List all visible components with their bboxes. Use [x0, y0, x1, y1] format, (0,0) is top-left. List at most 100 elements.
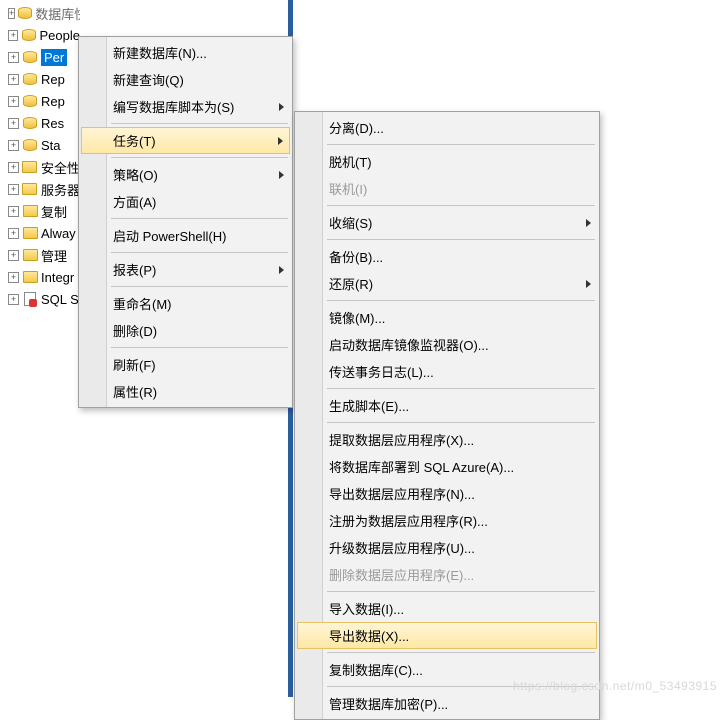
menu1-item-13[interactable]: 重命名(M): [81, 290, 290, 317]
tree-item-2[interactable]: + Per: [0, 46, 80, 68]
menu2-item-0[interactable]: 分离(D)...: [297, 114, 597, 141]
tree-item-1[interactable]: +People: [0, 24, 80, 46]
tree-item-label: Alway: [41, 226, 76, 241]
expand-icon[interactable]: +: [8, 118, 19, 129]
tree-item-5[interactable]: +Res: [0, 112, 80, 134]
expand-icon[interactable]: +: [8, 162, 19, 173]
menu-item-label: 还原(R): [329, 274, 373, 293]
menu2-item-18[interactable]: 导出数据层应用程序(N)...: [297, 480, 597, 507]
menu1-item-1[interactable]: 新建查询(Q): [81, 66, 290, 93]
object-explorer-tree: +数据库快照+People+Per+Rep+Rep+Res+Sta+安全性+服务…: [0, 0, 80, 310]
menu-item-label: 升级数据层应用程序(U)...: [329, 538, 475, 557]
submenu-arrow-icon: [279, 171, 284, 179]
menu-item-label: 脱机(T): [329, 152, 372, 171]
menu1-item-6[interactable]: 策略(O): [81, 161, 290, 188]
expand-icon[interactable]: +: [8, 294, 19, 305]
expand-icon[interactable]: +: [8, 30, 18, 41]
menu1-item-14[interactable]: 删除(D): [81, 317, 290, 344]
menu2-item-20[interactable]: 升级数据层应用程序(U)...: [297, 534, 597, 561]
menu1-item-7[interactable]: 方面(A): [81, 188, 290, 215]
menu-separator: [111, 347, 288, 348]
tree-item-3[interactable]: +Rep: [0, 68, 80, 90]
expand-icon[interactable]: +: [8, 52, 19, 63]
folder-icon: [22, 160, 38, 174]
folder-icon: [22, 248, 38, 262]
menu1-item-9[interactable]: 启动 PowerShell(H): [81, 222, 290, 249]
tree-item-label: 管理: [41, 246, 67, 265]
expand-icon[interactable]: +: [8, 8, 15, 19]
menu-item-label: 复制数据库(C)...: [329, 660, 423, 679]
menu1-item-17[interactable]: 属性(R): [81, 378, 290, 405]
menu2-item-19[interactable]: 注册为数据层应用程序(R)...: [297, 507, 597, 534]
menu-items-tasks: 分离(D)...脱机(T)联机(I)收缩(S)备份(B)...还原(R)镜像(M…: [297, 114, 597, 717]
menu2-item-12[interactable]: 传送事务日志(L)...: [297, 358, 597, 385]
tree-item-label: Per: [41, 49, 67, 66]
menu-separator: [111, 252, 288, 253]
menu-separator: [111, 123, 288, 124]
menu2-item-8[interactable]: 还原(R): [297, 270, 597, 297]
menu2-item-24[interactable]: 导出数据(X)...: [297, 622, 597, 649]
menu2-item-16[interactable]: 提取数据层应用程序(X)...: [297, 426, 597, 453]
menu-item-label: 任务(T): [113, 131, 156, 150]
expand-icon[interactable]: +: [8, 74, 19, 85]
menu-separator: [327, 205, 595, 206]
menu1-item-4[interactable]: 任务(T): [81, 127, 290, 154]
menu1-item-0[interactable]: 新建数据库(N)...: [81, 39, 290, 66]
tree-item-7[interactable]: + 安全性: [0, 156, 80, 178]
menu-item-label: 收缩(S): [329, 213, 372, 232]
submenu-arrow-icon: [278, 137, 283, 145]
tree-item-4[interactable]: + Rep: [0, 90, 80, 112]
script-icon: [22, 292, 38, 306]
expand-icon[interactable]: +: [8, 184, 19, 195]
tree-item-label: Rep: [41, 94, 65, 109]
menu-item-label: 镜像(M)...: [329, 308, 385, 327]
menu-item-label: 提取数据层应用程序(X)...: [329, 430, 474, 449]
menu2-item-7[interactable]: 备份(B)...: [297, 243, 597, 270]
menu-separator: [327, 388, 595, 389]
menu-item-label: 传送事务日志(L)...: [329, 362, 434, 381]
expand-icon[interactable]: +: [8, 206, 19, 217]
expand-icon[interactable]: +: [8, 272, 19, 283]
tree-item-9[interactable]: + 复制: [0, 200, 80, 222]
menu1-item-16[interactable]: 刷新(F): [81, 351, 290, 378]
menu1-item-2[interactable]: 编写数据库脚本为(S): [81, 93, 290, 120]
tree-item-10[interactable]: + Alway: [0, 222, 80, 244]
tree-item-12[interactable]: +Integr: [0, 266, 80, 288]
menu2-item-10[interactable]: 镜像(M)...: [297, 304, 597, 331]
tree-item-0[interactable]: + 数据库快照: [0, 2, 80, 24]
menu2-item-23[interactable]: 导入数据(I)...: [297, 595, 597, 622]
expand-icon[interactable]: +: [8, 228, 19, 239]
db-icon: [22, 116, 38, 130]
menu1-item-11[interactable]: 报表(P): [81, 256, 290, 283]
menu2-item-2[interactable]: 脱机(T): [297, 148, 597, 175]
menu-item-label: 备份(B)...: [329, 247, 383, 266]
menu-item-label: 方面(A): [113, 192, 156, 211]
folder-icon: [22, 204, 38, 218]
submenu-arrow-icon: [279, 103, 284, 111]
tree-item-label: 数据库快照: [35, 4, 80, 23]
expand-icon[interactable]: +: [8, 140, 19, 151]
menu-item-label: 删除(D): [113, 321, 157, 340]
menu2-item-5[interactable]: 收缩(S): [297, 209, 597, 236]
menu-separator: [111, 286, 288, 287]
menu2-item-14[interactable]: 生成脚本(E)...: [297, 392, 597, 419]
menu-item-label: 编写数据库脚本为(S): [113, 97, 234, 116]
tree-item-8[interactable]: +服务器: [0, 178, 80, 200]
tree-item-label: 复制: [41, 202, 67, 221]
context-menu-tasks: 分离(D)...脱机(T)联机(I)收缩(S)备份(B)...还原(R)镜像(M…: [294, 111, 600, 720]
menu-item-label: 导出数据(X)...: [329, 626, 409, 645]
folder-icon: [22, 226, 38, 240]
menu2-item-17[interactable]: 将数据库部署到 SQL Azure(A)...: [297, 453, 597, 480]
menu-separator: [327, 144, 595, 145]
menu2-item-28[interactable]: 管理数据库加密(P)...: [297, 690, 597, 717]
tree-item-13[interactable]: +SQL S: [0, 288, 80, 310]
expand-icon[interactable]: +: [8, 96, 19, 107]
expand-icon[interactable]: +: [8, 250, 19, 261]
tree-item-label: 安全性: [41, 158, 80, 177]
menu-separator: [327, 591, 595, 592]
menu-separator: [327, 300, 595, 301]
tree-item-11[interactable]: + 管理: [0, 244, 80, 266]
db-icon: [22, 50, 38, 64]
tree-item-6[interactable]: +Sta: [0, 134, 80, 156]
menu2-item-11[interactable]: 启动数据库镜像监视器(O)...: [297, 331, 597, 358]
